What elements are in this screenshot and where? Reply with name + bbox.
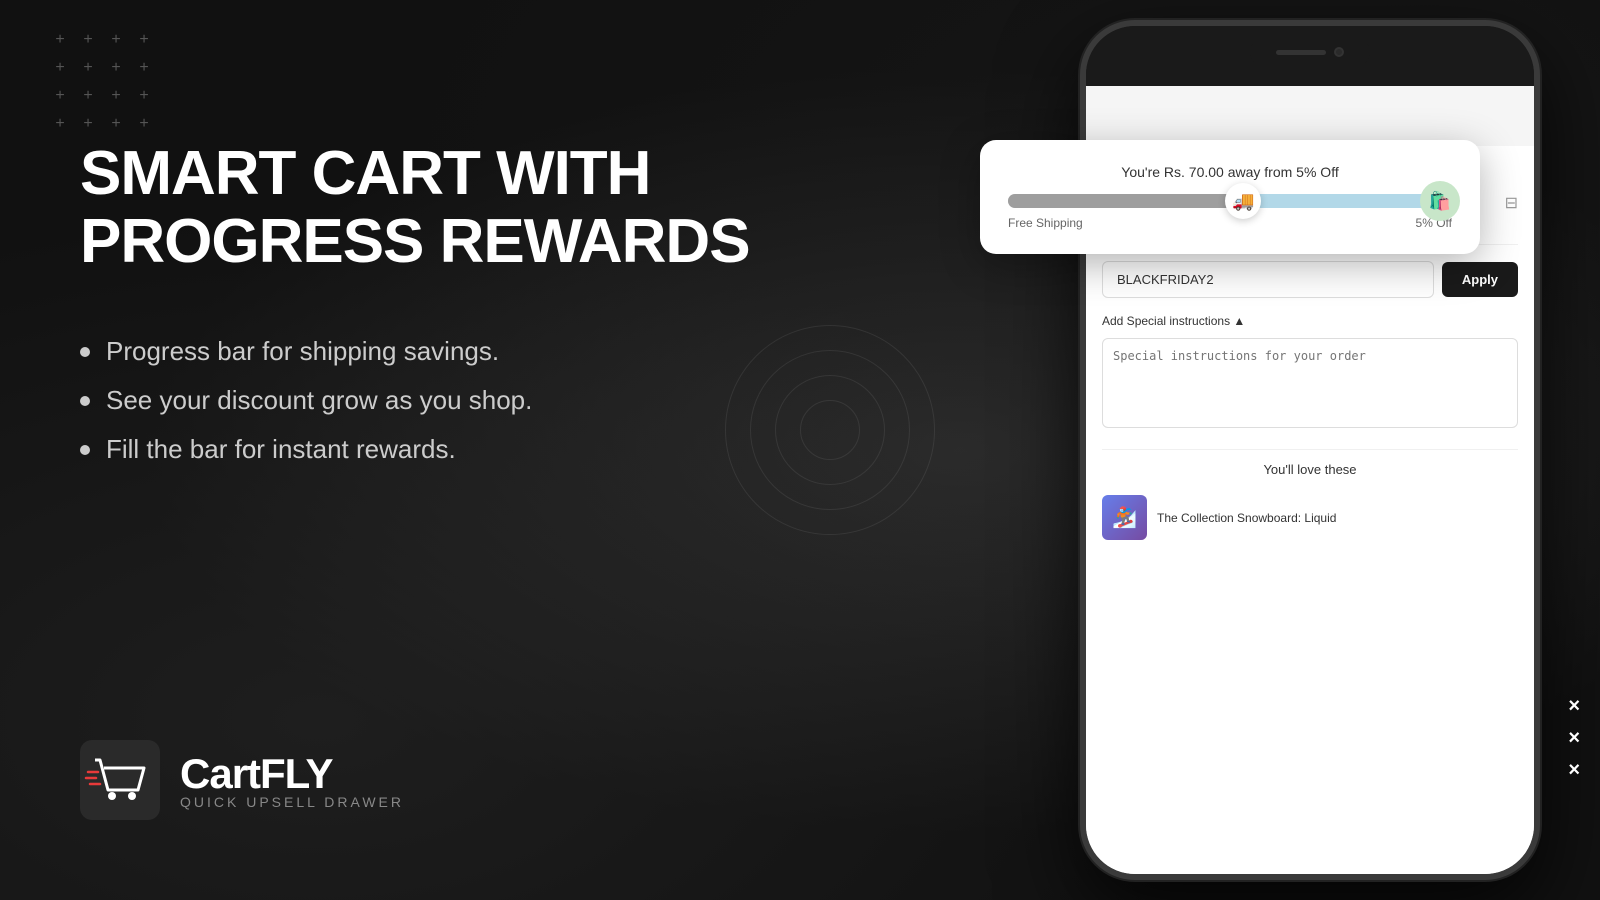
- apply-button[interactable]: Apply: [1442, 262, 1518, 297]
- special-instructions-textarea[interactable]: [1102, 338, 1518, 428]
- bullet-dot: [80, 396, 90, 406]
- left-panel: SMART CART WITH PROGRESS REWARDS Progres…: [80, 140, 760, 545]
- plus-item: +: [78, 58, 98, 78]
- upsell-product-name: The Collection Snowboard: Liquid: [1157, 511, 1336, 525]
- bullet-dot: [80, 347, 90, 357]
- plus-item: +: [50, 86, 70, 106]
- progress-truck-icon: 🚚: [1225, 183, 1261, 219]
- feature-list: Progress bar for shipping savings. See y…: [80, 336, 760, 465]
- special-instructions-toggle[interactable]: Add Special instructions ▲: [1102, 314, 1518, 328]
- phone-mockup: 🎁 Gift Card Denominations: $10 − 1 + Rs.…: [1080, 20, 1540, 880]
- plus-item: +: [50, 30, 70, 50]
- logo-area: CartFLY QUICK UPSELL DRAWER: [80, 740, 404, 820]
- bullet-item-3: Fill the bar for instant rewards.: [80, 434, 760, 465]
- plus-item: +: [134, 58, 154, 78]
- plus-item: +: [134, 30, 154, 50]
- plus-item: +: [50, 114, 70, 134]
- coupon-section: Apply: [1102, 261, 1518, 298]
- x-marks-decoration: × × ×: [1568, 696, 1580, 780]
- plus-item: +: [50, 58, 70, 78]
- phone-notch: [1250, 38, 1370, 66]
- plus-item: +: [106, 86, 126, 106]
- free-shipping-label: Free Shipping: [1008, 216, 1083, 230]
- logo-text-block: CartFLY QUICK UPSELL DRAWER: [180, 750, 404, 810]
- page-title: SMART CART WITH PROGRESS REWARDS: [80, 140, 760, 276]
- product-remove-button[interactable]: ⊟: [1505, 193, 1518, 213]
- x-mark-2: ×: [1568, 728, 1580, 748]
- notch-camera: [1334, 47, 1344, 57]
- progress-card: You're Rs. 70.00 away from 5% Off 🚚 🛍️ F…: [980, 140, 1480, 254]
- plus-item: +: [106, 30, 126, 50]
- progress-bar-container: 🚚 🛍️: [1008, 194, 1452, 208]
- plus-item: +: [106, 58, 126, 78]
- upsell-section: You'll love these 🏂 The Collection Snowb…: [1102, 449, 1518, 548]
- plus-item: +: [78, 114, 98, 134]
- plus-grid-decoration: + + + + + + + + + + + + + + + +: [50, 30, 154, 134]
- cartfly-logo-icon: [80, 740, 160, 820]
- coupon-input[interactable]: [1102, 261, 1434, 298]
- progress-title: You're Rs. 70.00 away from 5% Off: [1008, 164, 1452, 180]
- upsell-emoji: 🏂: [1112, 505, 1137, 530]
- plus-item: +: [134, 114, 154, 134]
- progress-bag-icon: 🛍️: [1420, 181, 1460, 221]
- logo-subtitle: QUICK UPSELL DRAWER: [180, 794, 404, 810]
- plus-item: +: [106, 114, 126, 134]
- plus-item: +: [78, 86, 98, 106]
- x-mark-3: ×: [1568, 760, 1580, 780]
- notch-speaker: [1276, 50, 1326, 55]
- progress-bar-fill: [1008, 194, 1252, 208]
- phone-top-bar: [1086, 26, 1534, 86]
- plus-item: +: [78, 30, 98, 50]
- upsell-product-image: 🏂: [1102, 495, 1147, 540]
- progress-labels: Free Shipping 5% Off: [1008, 216, 1452, 230]
- upsell-item: 🏂 The Collection Snowboard: Liquid: [1102, 487, 1518, 548]
- bullet-dot: [80, 445, 90, 455]
- logo-name: CartFLY: [180, 750, 404, 798]
- bullet-item-1: Progress bar for shipping savings.: [80, 336, 760, 367]
- cart-content: 🎁 Gift Card Denominations: $10 − 1 + Rs.…: [1086, 146, 1534, 880]
- x-mark-1: ×: [1568, 696, 1580, 716]
- upsell-title: You'll love these: [1102, 462, 1518, 477]
- plus-item: +: [134, 86, 154, 106]
- bullet-item-2: See your discount grow as you shop.: [80, 385, 760, 416]
